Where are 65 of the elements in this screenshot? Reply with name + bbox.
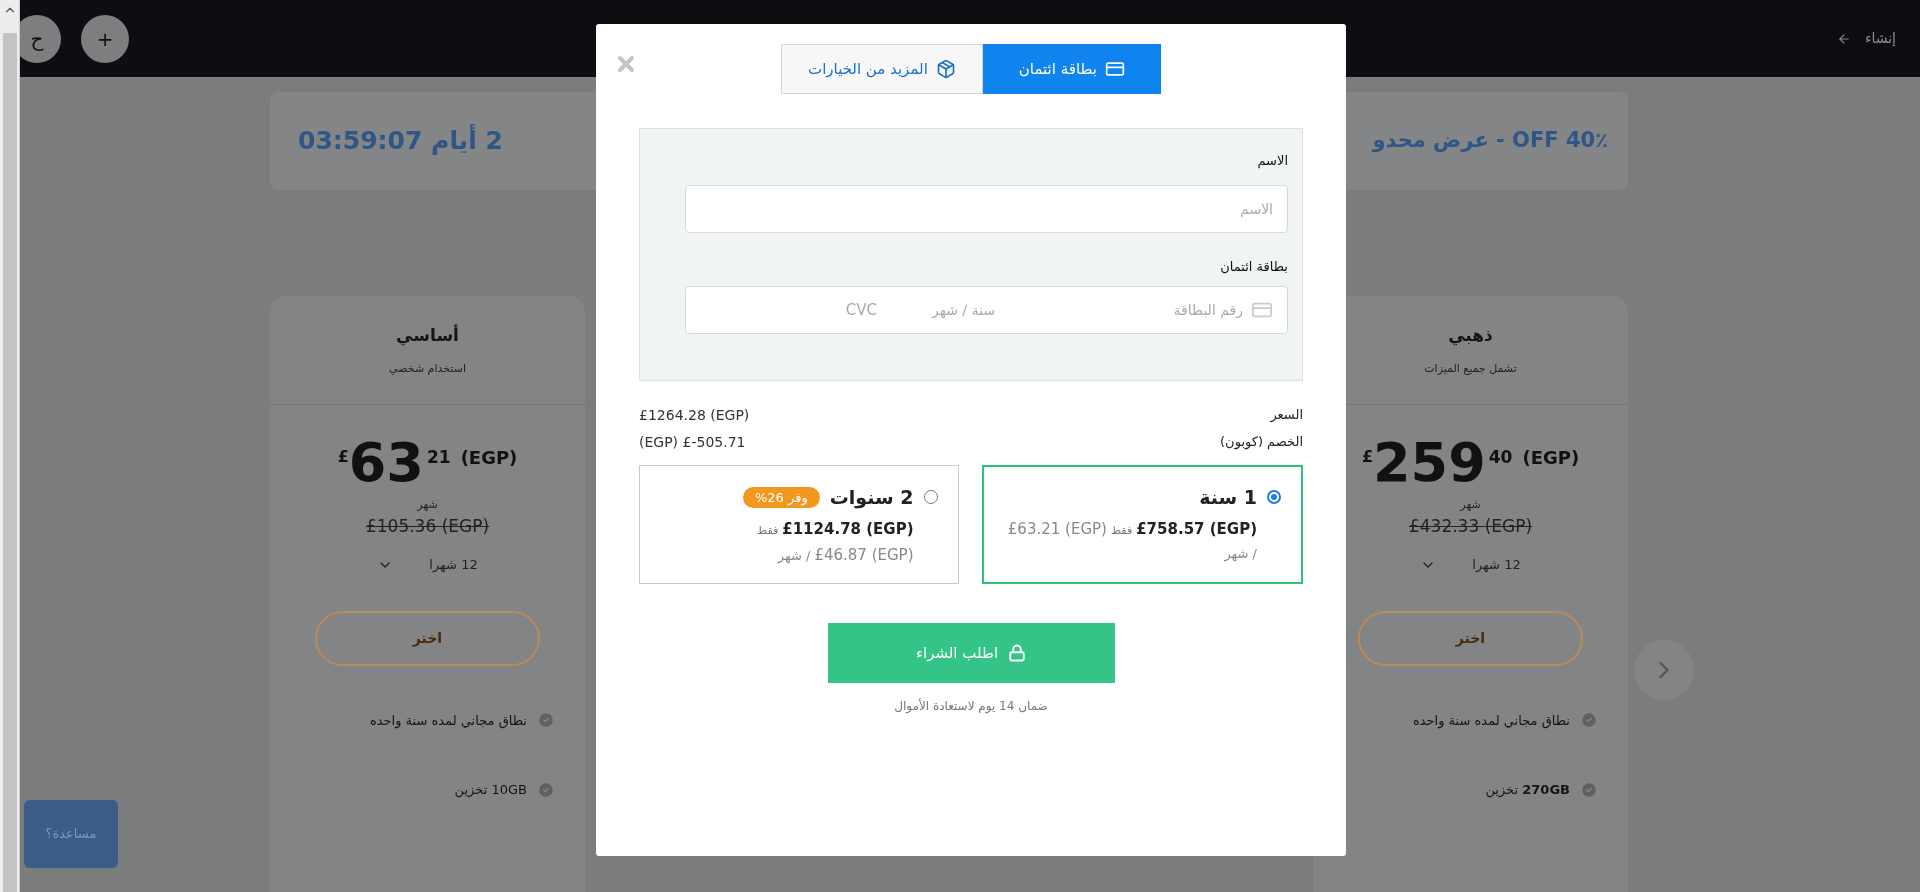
cvc-input[interactable]: CVC xyxy=(817,298,877,322)
circle-button[interactable]: + xyxy=(81,14,129,63)
check-icon xyxy=(1580,711,1598,730)
plan-subtitle: تشمل جميع الميزات xyxy=(1424,360,1517,377)
plan-title: ذهبي xyxy=(1448,324,1493,348)
name-input[interactable]: الاسم xyxy=(685,184,1288,233)
name-label: الاسم xyxy=(1256,152,1288,171)
option-title: 1 سنة xyxy=(1199,485,1257,510)
scrollbar-thumb[interactable] xyxy=(2,33,17,892)
credit-card-icon xyxy=(1105,59,1125,79)
choose-button[interactable]: اختر xyxy=(315,610,540,666)
lock-icon xyxy=(1008,644,1027,662)
period-label: شهر xyxy=(1460,497,1481,513)
summary-value: (EGP) £-505.71 xyxy=(639,433,746,452)
only-label: فقط xyxy=(1110,522,1133,539)
price-cents: 40 xyxy=(1488,446,1513,469)
card-label: بطاقة ائتمان xyxy=(1219,257,1288,276)
radio-button[interactable] xyxy=(1267,490,1281,505)
check-icon xyxy=(1580,780,1598,799)
expiry-input[interactable]: سنة / شهر xyxy=(885,299,995,321)
tab[interactable]: بطاقة ائتمان xyxy=(982,44,1161,94)
circle-button[interactable]: ح xyxy=(20,14,61,63)
per-month-label: / شهر xyxy=(777,547,811,566)
arrow-left-icon xyxy=(1836,31,1851,46)
savings-badge: وفر 26% xyxy=(742,486,820,508)
per-month-label: / شهر xyxy=(1224,545,1257,564)
choose-button[interactable]: اختر xyxy=(1358,610,1583,666)
monthly-price: £46.87 (EGP) xyxy=(814,545,914,566)
summary-value: £1264.28 (EGP) xyxy=(639,406,750,425)
duration-select[interactable]: 12 شهرا xyxy=(1420,555,1521,575)
offer-text: عرض محدو - OFF 40٪ xyxy=(1372,127,1608,155)
price-cents: 21 xyxy=(426,446,451,469)
feature-text: نطاق مجاني لمده سنة واحده xyxy=(1412,711,1570,730)
only-label: فقط xyxy=(757,522,779,539)
feature-text: نطاق مجاني لمده سنة واحده xyxy=(369,711,527,730)
price-whole: 63 xyxy=(348,435,424,491)
summary-label: السعر xyxy=(1270,406,1303,425)
guarantee-text: ضمان 14 يوم لاستعادة الأموال xyxy=(894,697,1048,715)
total-price: £758.57 (EGP) xyxy=(1136,518,1257,540)
help-button[interactable]: مساعدة؟ xyxy=(24,800,118,868)
feature-text: 10GB تخزين xyxy=(454,781,527,800)
plan-subtitle: استخدام شخصي xyxy=(389,360,466,377)
total-price: £1124.78 (EGP) xyxy=(782,518,914,540)
countdown-timer: 2 أيام 03:59:07 xyxy=(298,123,503,158)
currency-symbol: £ xyxy=(1361,446,1373,468)
old-price: £432.33 (EGP) xyxy=(1408,514,1533,538)
price-unit: (EGP) xyxy=(1522,446,1580,470)
box-icon xyxy=(935,59,956,79)
price-unit: (EGP) xyxy=(460,446,518,470)
currency-symbol: £ xyxy=(337,446,349,468)
monthly-price: £63.21 (EGP) xyxy=(1007,518,1107,540)
plan-title: أساسي xyxy=(396,323,459,348)
scrollbar[interactable] xyxy=(0,0,20,892)
duration-select[interactable]: 12 شهرا xyxy=(377,555,478,575)
buy-button[interactable]: اطلب الشراء xyxy=(827,623,1115,683)
check-icon xyxy=(537,780,555,799)
check-icon xyxy=(537,711,555,730)
card-number-input[interactable]: رقم البطاقة xyxy=(1043,299,1243,321)
tab[interactable]: المزيد من الخيارات xyxy=(781,44,983,94)
old-price: £105.36 (EGP) xyxy=(365,514,490,538)
price-whole: 259 xyxy=(1373,435,1486,491)
period-label: شهر xyxy=(417,497,438,513)
summary-label: الخصم (كوبون) xyxy=(1220,433,1303,452)
create-link[interactable]: إنشاء xyxy=(1836,28,1896,49)
option-title: 2 سنوات xyxy=(829,485,914,511)
